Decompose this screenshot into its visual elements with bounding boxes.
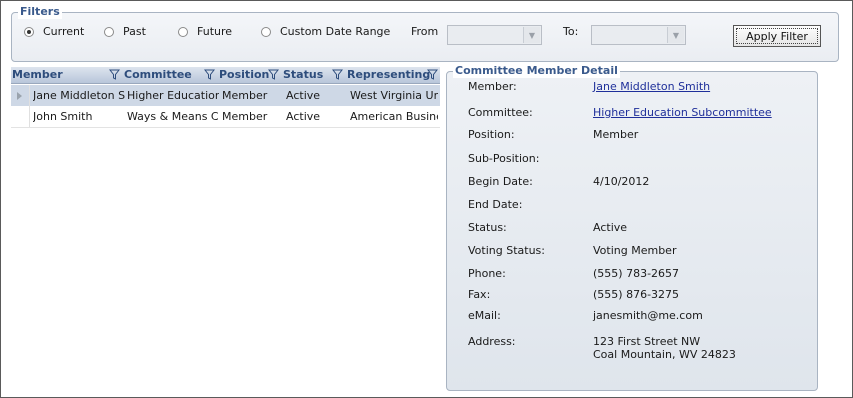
to-label: To: [563,25,579,38]
radio-current[interactable]: Current [24,25,84,38]
position-label: Position: [468,128,515,141]
voting-status-label: Voting Status: [468,244,545,257]
radio-past-indicator[interactable] [104,26,114,37]
cell-status: Active [286,89,321,102]
cell-position: Member [222,110,268,123]
column-header-position[interactable]: Position [219,67,269,83]
voting-status-value: Voting Member [593,244,677,257]
committee-label: Committee: [468,106,533,119]
address-line-1: 123 First Street NW [593,335,701,348]
funnel-icon[interactable] [332,69,343,80]
to-date-select[interactable]: ▼ [591,25,686,45]
filters-panel: Filters Current Past Future Custom Date … [11,5,839,62]
members-grid: Member Committee Position Status Represe… [11,67,440,128]
fax-label: Fax: [468,288,491,301]
phone-value: (555) 783-2657 [593,267,680,280]
subposition-label: Sub-Position: [468,152,540,165]
filters-legend: Filters [18,5,62,19]
from-date-select[interactable]: ▼ [447,25,542,45]
fax-value: (555) 876-3275 [593,288,680,301]
column-header-status[interactable]: Status [283,67,323,83]
cell-status: Active [286,110,321,123]
address-line-2: Coal Mountain, WV 24823 [593,348,736,361]
table-row[interactable]: John Smith Ways & Means C Member Active … [11,106,440,128]
row-indicator [11,85,30,106]
begin-date-value: 4/10/2012 [593,175,650,188]
radio-custom-date-range[interactable]: Custom Date Range [261,25,390,38]
radio-custom-indicator[interactable] [261,26,271,37]
from-label: From [411,25,439,38]
radio-past-label: Past [123,25,146,38]
radio-current-indicator[interactable] [24,26,34,37]
cell-member: Jane Middleton S [33,89,126,102]
address-label: Address: [468,335,516,348]
triangle-right-icon [17,92,22,100]
member-link[interactable]: Jane Middleton Smith [593,80,710,93]
radio-future-label: Future [197,25,233,38]
member-label: Member: [468,80,517,93]
table-row[interactable]: Jane Middleton S Higher Education Member… [11,85,440,106]
committee-member-detail-panel: Committee Member Detail Member: Jane Mid… [446,64,818,391]
radio-future[interactable]: Future [178,25,232,38]
grid-header: Member Committee Position Status Represe… [11,67,440,84]
cell-committee: Higher Education [127,89,219,102]
apply-filter-button[interactable]: Apply Filter [733,25,821,47]
position-value: Member [593,128,639,141]
row-indicator [11,106,30,127]
phone-label: Phone: [468,267,506,280]
column-header-representing[interactable]: Representing [347,67,430,83]
column-header-member[interactable]: Member [12,67,63,83]
column-header-committee[interactable]: Committee [124,67,192,83]
email-value: janesmith@me.com [593,309,703,322]
status-label: Status: [468,221,507,234]
cell-committee: Ways & Means C [127,110,219,123]
chevron-down-icon[interactable]: ▼ [523,27,540,43]
radio-current-label: Current [43,25,85,38]
cell-position: Member [222,89,268,102]
end-date-label: End Date: [468,198,523,211]
cell-member: John Smith [33,110,93,123]
cell-representing: West Virginia Uni [350,89,438,102]
begin-date-label: Begin Date: [468,175,533,188]
funnel-icon[interactable] [427,69,438,80]
funnel-icon[interactable] [204,69,215,80]
chevron-down-icon[interactable]: ▼ [667,27,684,43]
detail-legend: Committee Member Detail [453,64,620,78]
radio-past[interactable]: Past [104,25,146,38]
radio-future-indicator[interactable] [178,26,188,37]
email-label: eMail: [468,309,501,322]
cell-representing: American Busines [350,110,438,123]
funnel-icon[interactable] [109,69,120,80]
status-value: Active [593,221,628,234]
radio-custom-label: Custom Date Range [280,25,391,38]
committee-link[interactable]: Higher Education Subcommittee [593,106,772,119]
funnel-icon[interactable] [268,69,279,80]
